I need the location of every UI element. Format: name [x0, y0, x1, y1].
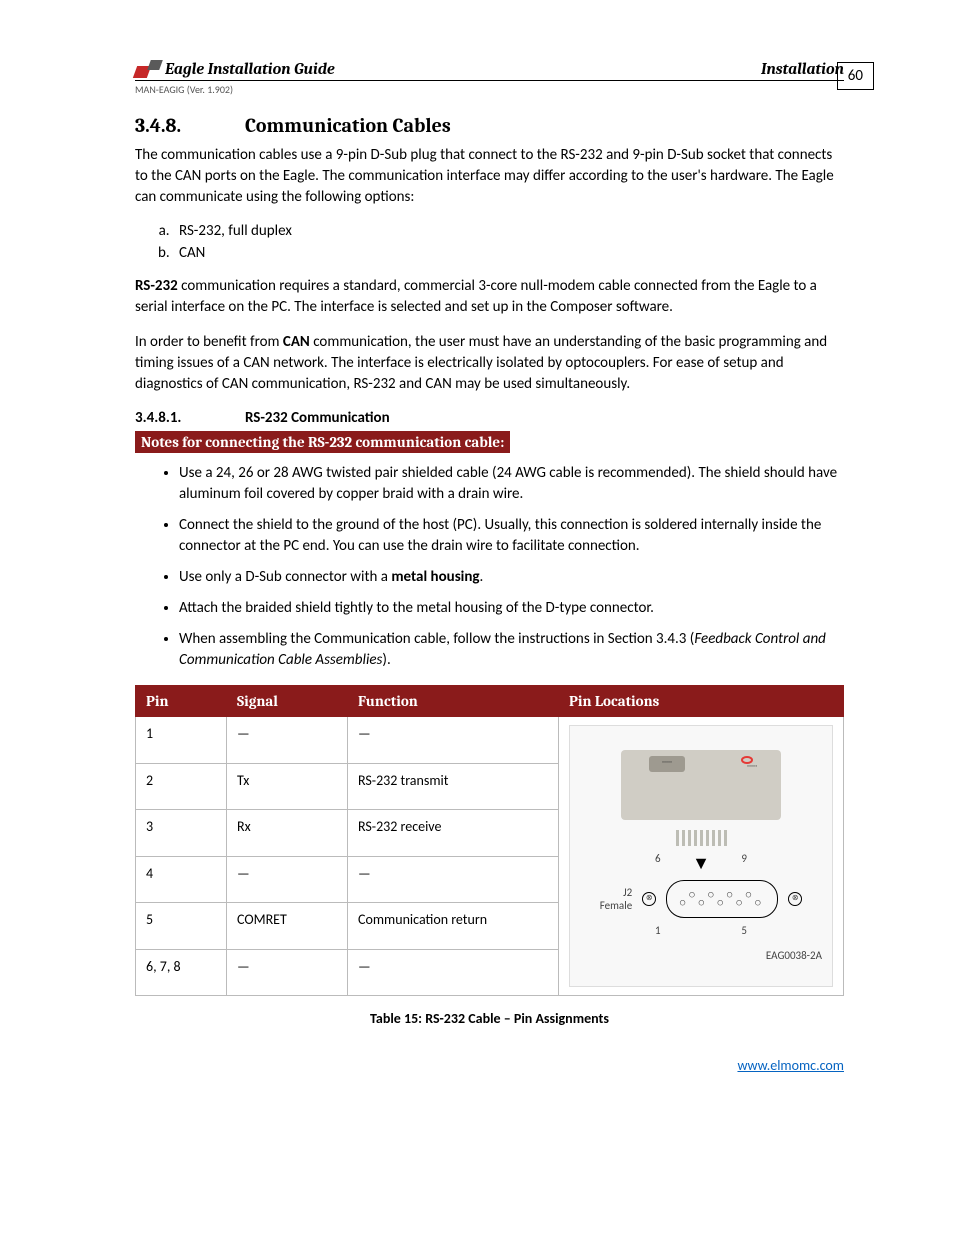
connector-diagram: J2Female ⊗ ○ ○ ○ ○○ ○ ○ ○ ○ ⊗: [600, 880, 802, 918]
dsub-diagram-icon: ○ ○ ○ ○○ ○ ○ ○ ○: [666, 880, 778, 918]
document-id: MAN-EAGIG (Ver. 1.902): [135, 83, 844, 96]
list-item: Connect the shield to the ground of the …: [179, 515, 844, 557]
section-name: Installation: [761, 60, 844, 78]
pin-assignment-table: Pin Signal Function Pin Locations 1——: [135, 685, 844, 996]
screw-icon: ⊗: [788, 892, 802, 906]
col-function: Function: [348, 686, 559, 717]
dsub-port-icon: [649, 756, 685, 772]
arrow-down-icon: ▼: [692, 852, 710, 874]
pin-labels-top: 6 ▼ 9: [631, 852, 771, 874]
heading-3-4-8: 3.4.8.Communication Cables: [135, 114, 844, 137]
pin-location-diagram-cell: 6 ▼ 9 J2Female ⊗ ○ ○ ○ ○○ ○ ○ ○ ○: [559, 717, 844, 996]
brand-logo-icon: [135, 60, 161, 78]
pin-labels-bottom: 15: [631, 924, 771, 937]
rs232-paragraph: RS-232 communication requires a standard…: [135, 276, 844, 318]
options-list: RS-232, full duplex CAN: [135, 222, 844, 262]
page-number: 60: [837, 62, 874, 90]
doc-title: Eagle Installation Guide: [165, 60, 335, 78]
list-item: Use a 24, 26 or 28 AWG twisted pair shie…: [179, 463, 844, 505]
col-pin: Pin: [136, 686, 227, 717]
can-paragraph: In order to benefit from CAN communicati…: [135, 332, 844, 395]
table-caption: Table 15: RS-232 Cable – Pin Assignments: [135, 1010, 844, 1027]
list-item: RS-232, full duplex: [173, 222, 844, 240]
table-row: 1—— 6 ▼ 9: [136, 717, 844, 764]
col-signal: Signal: [227, 686, 348, 717]
col-pinloc: Pin Locations: [559, 686, 844, 717]
connector-photo: [621, 750, 781, 820]
list-item: CAN: [173, 244, 844, 262]
pin-location-diagram: 6 ▼ 9 J2Female ⊗ ○ ○ ○ ○○ ○ ○ ○ ○: [569, 725, 833, 987]
footer-url[interactable]: www.elmomc.com: [135, 1057, 844, 1074]
notes-list: Use a 24, 26 or 28 AWG twisted pair shie…: [135, 463, 844, 671]
circled-port-icon: [741, 756, 753, 764]
heading-3-4-8-1: 3.4.8.1.RS-232 Communication: [135, 409, 844, 427]
heatsink-icon: [621, 826, 781, 846]
diagram-code: EAG0038-2A: [766, 949, 822, 962]
notes-banner: Notes for connecting the RS-232 communic…: [135, 431, 510, 453]
list-item: When assembling the Communication cable,…: [179, 629, 844, 671]
list-item: Attach the braided shield tightly to the…: [179, 598, 844, 619]
page-header: Eagle Installation Guide Installation: [135, 60, 844, 81]
list-item: Use only a D-Sub connector with a metal …: [179, 567, 844, 588]
screw-icon: ⊗: [642, 892, 656, 906]
intro-paragraph: The communication cables use a 9-pin D-S…: [135, 145, 844, 208]
